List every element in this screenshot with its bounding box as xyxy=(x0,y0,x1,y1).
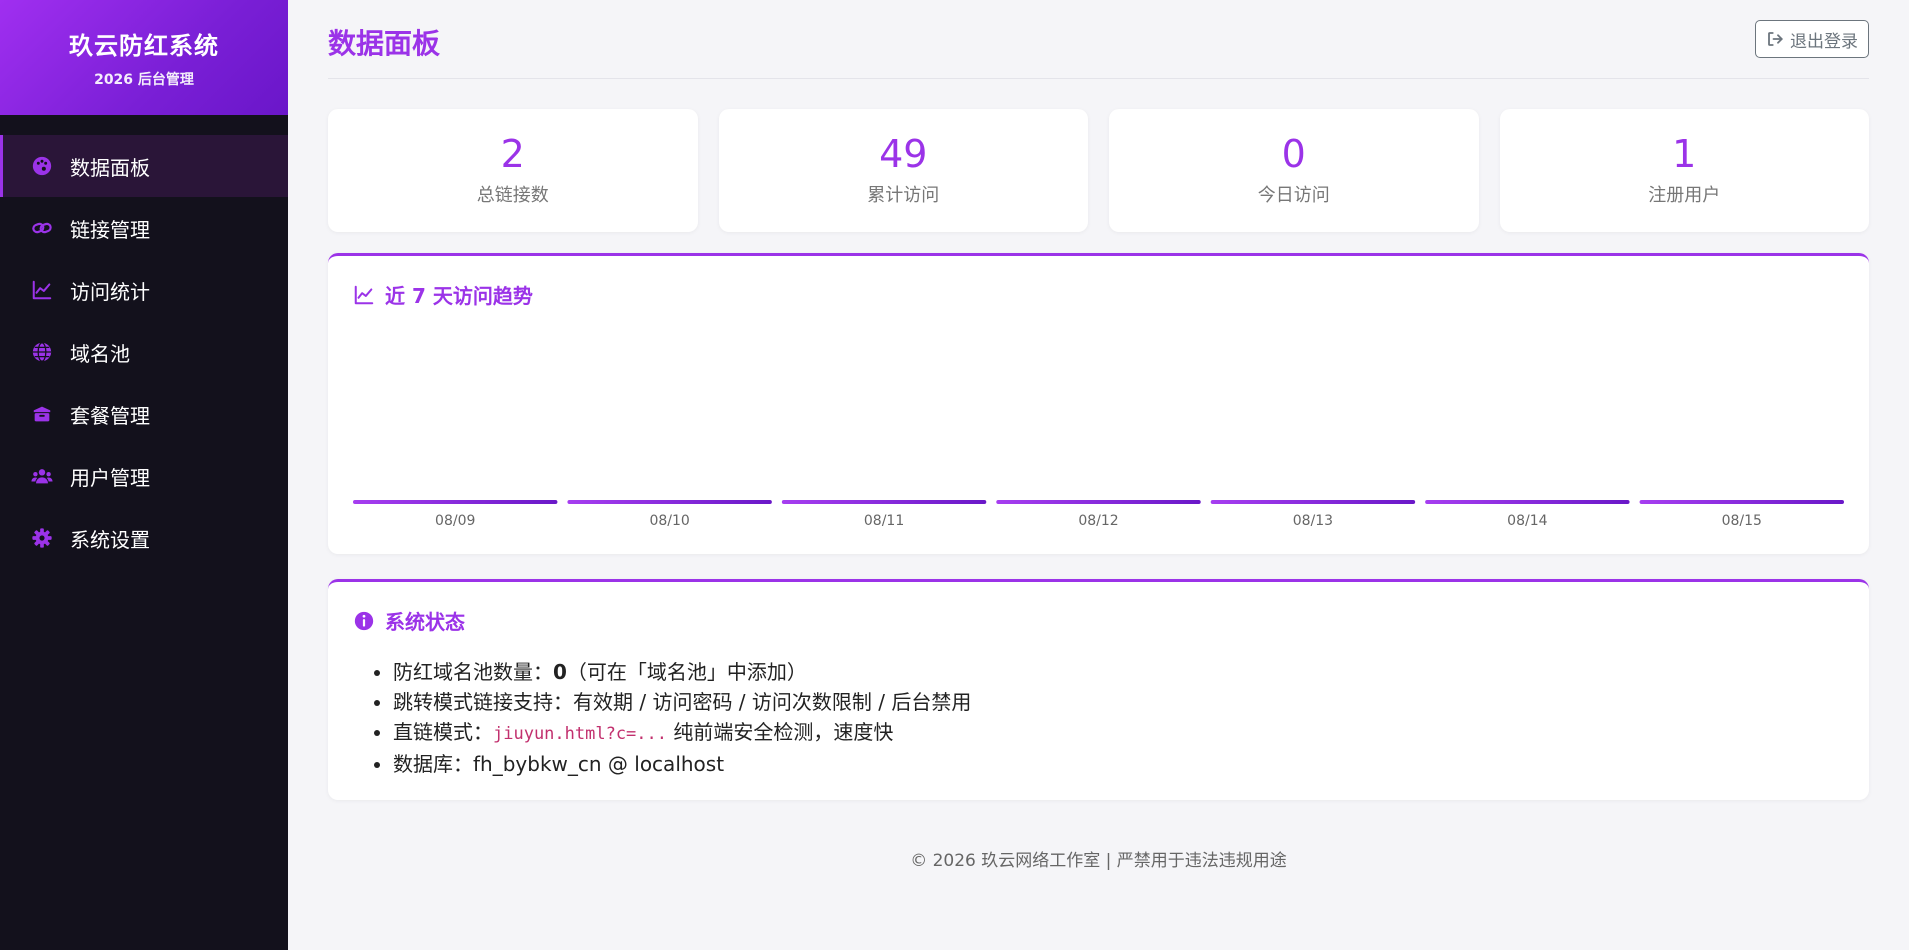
sidebar-item-label: 域名池 xyxy=(70,341,130,366)
stat-label: 累计访问 xyxy=(867,185,940,207)
status-card: 系统状态 防红域名池数量：0（可在「域名池」中添加） 跳转模式链接支持：有效期 … xyxy=(328,579,1869,800)
stat-label: 注册用户 xyxy=(1648,185,1721,207)
chart-bar-08-14 xyxy=(1425,500,1630,504)
sidebar-item-label: 访问统计 xyxy=(70,279,150,304)
chart-bar-08-15 xyxy=(1639,500,1844,504)
status-text: （可在「域名池」中添加） xyxy=(566,660,807,684)
status-text: 数据库：fh_bybkw_cn @ localhost xyxy=(393,752,725,776)
list-item: 数据库：fh_bybkw_cn @ localhost xyxy=(393,749,971,779)
list-item: 防红域名池数量：0（可在「域名池」中添加） xyxy=(393,657,971,687)
palette-icon xyxy=(30,154,54,178)
status-card-title: 系统状态 xyxy=(353,606,465,635)
stat-label: 今日访问 xyxy=(1257,185,1330,207)
chart-bar-08-10 xyxy=(567,500,772,504)
trend-card-title: 近 7 天访问趋势 xyxy=(353,280,533,309)
chart-bar-08-11 xyxy=(781,500,987,504)
chart-tick-label: 08/10 xyxy=(649,513,689,526)
sidebar-nav: 数据面板 链接管理 访问统计 域名池 套餐管理 用户管理 系统设置 xyxy=(0,135,288,569)
stat-value: 2 xyxy=(500,131,525,176)
domain-count: 0 xyxy=(553,660,567,684)
chart-bar-08-12 xyxy=(996,500,1201,504)
status-text: 纯前端安全检测，速度快 xyxy=(667,720,894,744)
chart-tick-label: 08/09 xyxy=(435,513,475,526)
stat-label: 总链接数 xyxy=(476,185,549,207)
sidebar-item-label: 链接管理 xyxy=(70,217,150,242)
status-title-text: 系统状态 xyxy=(385,610,465,634)
sidebar-item-dashboard[interactable]: 数据面板 xyxy=(0,135,288,197)
box-icon xyxy=(30,402,54,426)
users-icon xyxy=(30,464,54,488)
stats-row: 2 总链接数 49 累计访问 0 今日访问 1 注册用户 xyxy=(328,109,1869,232)
gear-icon xyxy=(30,526,54,550)
sidebar-item-domain-pool[interactable]: 域名池 xyxy=(0,321,288,383)
page-title: 数据面板 xyxy=(328,27,441,60)
sign-out-icon xyxy=(1766,30,1784,48)
sidebar-item-label: 用户管理 xyxy=(70,465,150,490)
sidebar-item-packages[interactable]: 套餐管理 xyxy=(0,383,288,445)
sidebar: 玖云防红系统 2026 后台管理 数据面板 链接管理 访问统计 域名池 套餐管理… xyxy=(0,0,288,950)
stat-card-total-links: 2 总链接数 xyxy=(328,109,698,232)
trend-title-text: 近 7 天访问趋势 xyxy=(385,284,533,308)
trend-chart: 08/09 08/10 08/11 08/12 08/13 08/14 08/15 xyxy=(353,500,1844,526)
chart-tick-label: 08/12 xyxy=(1078,513,1118,526)
sidebar-item-label: 系统设置 xyxy=(70,527,150,552)
sidebar-item-label: 套餐管理 xyxy=(70,403,150,428)
main-content: 数据面板 退出登录 2 总链接数 49 累计访问 0 今日访问 1 注册用户 近… xyxy=(288,0,1909,950)
direct-link-code: jiuyun.html?c=... xyxy=(493,724,667,744)
trend-card: 近 7 天访问趋势 08/09 08/10 08/11 08/12 08/13 08/14… xyxy=(328,253,1869,554)
stat-value: 0 xyxy=(1281,131,1306,176)
logout-label: 退出登录 xyxy=(1790,31,1858,52)
footer: © 2026 玖云网络工作室 | 严禁用于违法违规用途 xyxy=(910,851,1287,871)
list-item: 跳转模式链接支持：有效期 / 访问密码 / 访问次数限制 / 后台禁用 xyxy=(393,687,971,717)
sidebar-item-links[interactable]: 链接管理 xyxy=(0,197,288,259)
status-list: 防红域名池数量：0（可在「域名池」中添加） 跳转模式链接支持：有效期 / 访问密… xyxy=(393,657,971,779)
status-text: 直链模式： xyxy=(393,720,493,744)
line-chart-icon xyxy=(30,278,54,302)
sidebar-item-users[interactable]: 用户管理 xyxy=(0,445,288,507)
status-text: 防红域名池数量： xyxy=(393,660,553,684)
logout-button[interactable]: 退出登录 xyxy=(1755,20,1869,58)
chart-tick-label: 08/14 xyxy=(1507,513,1547,526)
brand-subtitle: 2026 后台管理 xyxy=(94,72,194,88)
brand-title: 玖云防红系统 xyxy=(69,32,219,60)
info-icon xyxy=(353,610,375,632)
stat-card-today-visits: 0 今日访问 xyxy=(1109,109,1479,232)
sidebar-item-label: 数据面板 xyxy=(70,155,150,180)
globe-icon xyxy=(30,340,54,364)
brand: 玖云防红系统 2026 后台管理 xyxy=(0,0,288,115)
sidebar-item-settings[interactable]: 系统设置 xyxy=(0,507,288,569)
chart-tick-label: 08/11 xyxy=(864,513,904,526)
chart-bar-08-09 xyxy=(353,500,558,504)
line-chart-icon xyxy=(353,284,375,306)
stat-value: 1 xyxy=(1672,131,1697,176)
list-item: 直链模式：jiuyun.html?c=... 纯前端安全检测，速度快 xyxy=(393,717,971,749)
chart-tick-label: 08/13 xyxy=(1293,513,1333,526)
sidebar-item-stats[interactable]: 访问统计 xyxy=(0,259,288,321)
link-icon xyxy=(30,216,54,240)
header: 数据面板 退出登录 xyxy=(328,0,1869,79)
chart-bar-08-13 xyxy=(1210,500,1416,504)
stat-card-registered-users: 1 注册用户 xyxy=(1499,109,1869,232)
chart-tick-label: 08/15 xyxy=(1722,513,1762,526)
status-text: 跳转模式链接支持：有效期 / 访问密码 / 访问次数限制 / 后台禁用 xyxy=(393,690,972,714)
stat-value: 49 xyxy=(879,131,928,176)
stat-card-total-visits: 49 累计访问 xyxy=(718,109,1088,232)
